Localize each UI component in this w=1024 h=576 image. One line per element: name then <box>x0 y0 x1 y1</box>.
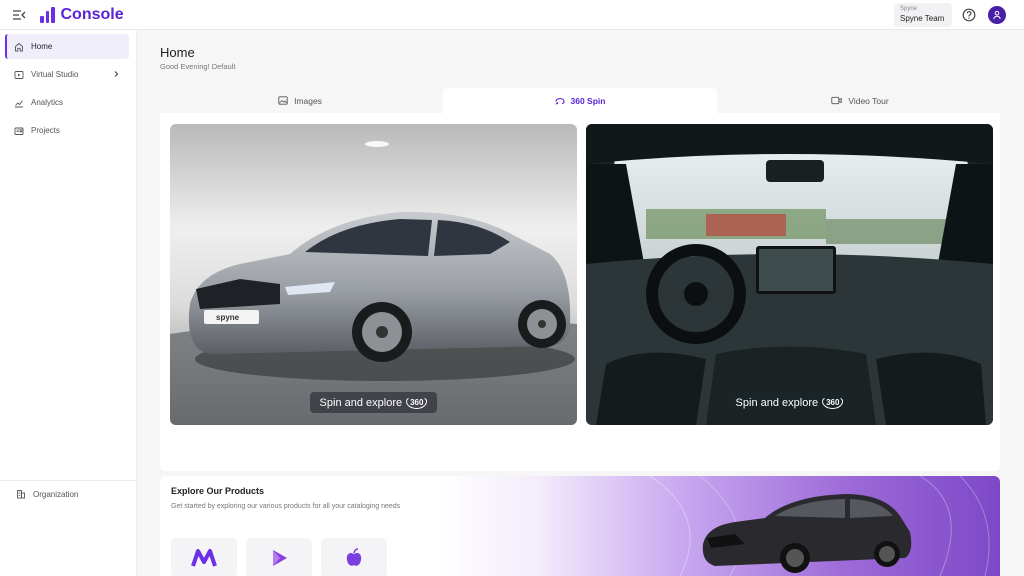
sidebar-item-virtual-studio[interactable]: Virtual Studio <box>5 62 129 87</box>
product-tile-play[interactable] <box>246 538 312 576</box>
team-switcher[interactable]: Spyne Spyne Team <box>894 3 952 27</box>
tab-label: Video Tour <box>848 95 889 106</box>
logo-bars-icon <box>40 7 55 23</box>
sidebar-item-home[interactable]: Home <box>5 34 129 59</box>
app-logo[interactable]: Console <box>40 6 124 24</box>
tab-360-spin[interactable]: 360 Spin <box>443 88 717 113</box>
sidebar-item-label: Analytics <box>31 98 64 107</box>
user-icon <box>993 10 1001 20</box>
exterior-car-image: spyne <box>170 124 577 425</box>
product-logo-play-icon <box>273 550 287 566</box>
interior-car-image <box>586 124 993 425</box>
product-tile-apple[interactable] <box>321 538 387 576</box>
video-icon <box>831 96 842 105</box>
tab-label: 360 Spin <box>570 95 606 106</box>
tab-video-tour[interactable]: Video Tour <box>720 88 1000 113</box>
explore-subtitle: Get started by exploring our various pro… <box>171 503 401 510</box>
sidebar-item-label: Home <box>31 42 53 51</box>
sidebar-item-analytics[interactable]: Analytics <box>5 90 129 115</box>
collapse-menu-icon[interactable] <box>12 8 26 22</box>
banner-car-image <box>702 494 912 573</box>
sidebar-item-organization[interactable]: Organization <box>5 484 129 504</box>
exterior-spin-card[interactable]: spyne Spin and explore 360 <box>170 124 577 425</box>
spin-and-explore-button[interactable]: Spin and explore 360 <box>725 392 854 413</box>
page-title: Home <box>160 45 195 60</box>
avatar[interactable] <box>988 6 1006 24</box>
sidebar-item-label: Projects <box>31 126 60 135</box>
spin-panel: spyne Spin and explore 360 Spin and expl… <box>160 113 1000 471</box>
projects-icon <box>14 127 24 135</box>
home-icon <box>15 42 23 51</box>
sidebar-item-label: Organization <box>33 489 79 499</box>
360-badge-icon: 360 <box>406 396 428 409</box>
sidebar: Home Virtual Studio Analytics Projects O… <box>0 30 137 576</box>
tab-label: Images <box>294 95 322 106</box>
spin-and-explore-button[interactable]: Spin and explore 360 <box>309 392 438 413</box>
help-icon[interactable] <box>962 8 976 22</box>
top-bar: Console Spyne Spyne Team <box>0 0 1024 30</box>
product-tabs: Images 360 Spin Video Tour <box>160 88 1000 113</box>
app-title: Console <box>60 6 124 23</box>
explore-title: Explore Our Products <box>171 486 265 496</box>
image-icon <box>278 96 288 105</box>
building-icon <box>17 490 25 499</box>
svg-text:spyne: spyne <box>216 313 240 322</box>
sidebar-divider <box>0 480 137 481</box>
chevron-right-icon <box>114 71 119 77</box>
page-subtitle: Good Evening! Default <box>160 62 236 71</box>
product-tile-m[interactable] <box>171 538 237 576</box>
sidebar-item-projects[interactable]: Projects <box>5 118 129 143</box>
apple-icon <box>346 548 362 566</box>
interior-spin-card[interactable]: Spin and explore 360 <box>586 124 993 425</box>
spin-label-text: Spin and explore <box>735 396 819 409</box>
team-name: Spyne Team <box>900 14 945 23</box>
tab-images[interactable]: Images <box>160 88 440 113</box>
spin-icon <box>554 97 565 105</box>
sidebar-item-label: Virtual Studio <box>31 70 79 79</box>
analytics-icon <box>15 99 23 107</box>
360-badge-icon: 360 <box>822 396 844 409</box>
spin-label-text: Spin and explore <box>319 396 403 409</box>
studio-icon <box>14 70 24 79</box>
product-logo-m-icon <box>191 549 217 567</box>
org-name: Spyne <box>900 6 918 12</box>
explore-products-banner: Explore Our Products Get started by expl… <box>160 476 1000 576</box>
